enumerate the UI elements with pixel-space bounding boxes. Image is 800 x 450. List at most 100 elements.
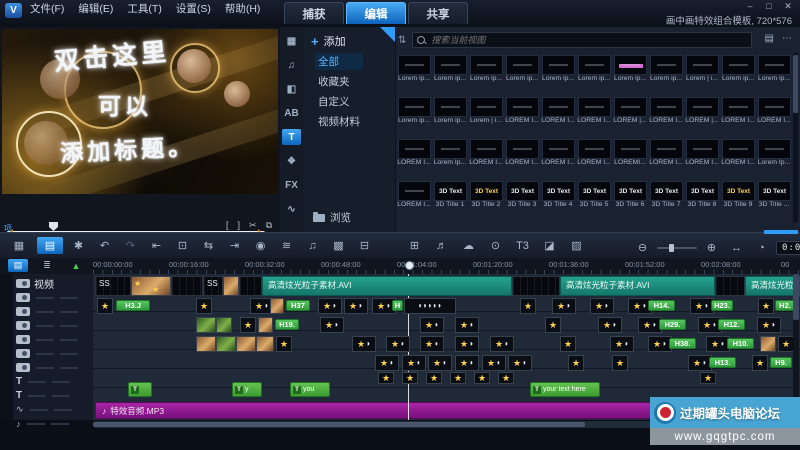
timeline-clip-star[interactable]: ★	[402, 372, 418, 384]
timeline-clip-star[interactable]: ★	[426, 372, 442, 384]
mode-tab[interactable]: 捕获	[284, 2, 344, 24]
pin-library-icon[interactable]	[380, 27, 395, 42]
library-item[interactable]: 3D Text3D Title 1	[432, 179, 468, 221]
timeline-clip-chip[interactable]: H	[392, 300, 403, 311]
timeline-clip-photo[interactable]	[760, 336, 776, 352]
timeline-clip-chip[interactable]: H29.	[659, 319, 686, 330]
window-minimize-button[interactable]: –	[744, 1, 756, 12]
library-item[interactable]: LOREM |...	[684, 95, 720, 137]
timeline-clip-starc[interactable]: ★◗	[386, 336, 410, 352]
split-clip-button[interactable]: ⇆	[198, 237, 219, 254]
library-item[interactable]: Lorem ip...	[720, 53, 756, 95]
library-tab-graphics[interactable]: ❖	[282, 153, 301, 169]
timeline-clip-chip[interactable]: H12.	[718, 319, 745, 330]
timeline-clip-starc[interactable]: ★◗	[598, 317, 622, 333]
multi-trim-button[interactable]: ▩	[328, 237, 349, 254]
scrollbar-thumb[interactable]	[793, 55, 798, 113]
zoom-in-button[interactable]: ⊕	[701, 239, 722, 256]
record-capture-button[interactable]: ◉	[250, 237, 271, 254]
split-clip-icon[interactable]: ✂	[249, 220, 257, 231]
library-item[interactable]: Lorem ip...	[576, 53, 612, 95]
timeline-clip-dark[interactable]: SS	[203, 276, 223, 296]
search-input[interactable]	[429, 34, 747, 46]
redo-button[interactable]: ↷	[120, 237, 141, 254]
timeline-timecode[interactable]: 0:04:49:000	[776, 241, 800, 255]
window-close-button[interactable]: ✕	[782, 1, 794, 12]
library-item[interactable]: LOREMI...	[612, 137, 648, 179]
timeline-clip-photo[interactable]	[223, 276, 239, 296]
library-item[interactable]: Lorem ip...	[396, 95, 432, 137]
library-item[interactable]: Lorem | i...	[684, 53, 720, 95]
library-item[interactable]: Lorem | i...	[468, 95, 504, 137]
add-track-button[interactable]: ▲	[66, 259, 86, 272]
mask-creator-button[interactable]: ◪	[539, 237, 560, 254]
timeline-clip-starc[interactable]: ★◗	[455, 336, 479, 352]
timeline-clip-dark[interactable]	[239, 276, 262, 296]
timeline-clip-starc[interactable]: ★◗	[757, 317, 781, 333]
library-item[interactable]: 3D Text3D Title 3	[504, 179, 540, 221]
timeline-clip-starc[interactable]: ★◗	[455, 317, 479, 333]
library-tab-transition-ab[interactable]: AB	[282, 105, 301, 121]
browse-button[interactable]: 浏览	[313, 210, 351, 225]
timeline-clip-dark[interactable]	[715, 276, 745, 296]
library-tab-media[interactable]: ▦	[282, 33, 301, 49]
track-header-row[interactable]: T	[16, 375, 70, 388]
library-item[interactable]: LOREM I...	[504, 137, 540, 179]
trim-markers-button[interactable]: ⇤	[146, 237, 167, 254]
timeline-clip-teal[interactable]: 高清炫光粒子素材.AVI	[560, 276, 715, 296]
track-header-row[interactable]: T	[16, 389, 70, 402]
library-item[interactable]: LOREM I...	[540, 95, 576, 137]
mix-tools-button[interactable]: ✱	[68, 237, 89, 254]
timeline-clip-starc[interactable]: ★◗	[402, 355, 426, 371]
menu-item[interactable]: 设置(S)	[176, 1, 211, 16]
library-item[interactable]: Lorem Ip...	[756, 137, 792, 179]
library-folder-item[interactable]: 自定义	[315, 93, 363, 110]
title-clip[interactable]: Ty	[232, 382, 262, 397]
timeline-clip-photo[interactable]	[236, 336, 256, 352]
title-clip[interactable]: T	[128, 382, 152, 397]
timeline-view-button[interactable]: ▤	[37, 237, 63, 254]
library-item[interactable]: Lorem ip...	[432, 53, 468, 95]
show-all-tracks-button[interactable]: ▤	[8, 259, 28, 272]
library-folder-item[interactable]: 收藏夹	[315, 73, 363, 90]
menu-item[interactable]: 工具(T)	[127, 1, 161, 16]
library-item[interactable]: LOREM I...	[720, 95, 756, 137]
library-item[interactable]: LOREM I...	[648, 137, 684, 179]
timeline-clip-teal[interactable]: 高清炫光粒子素材.AVI	[262, 276, 512, 296]
timeline-clip-star[interactable]: ★	[474, 372, 490, 384]
timeline-clip-starc[interactable]: ★◗	[455, 355, 479, 371]
menu-item[interactable]: 编辑(E)	[78, 1, 113, 16]
timeline-clip-star[interactable]: ★	[752, 355, 768, 371]
zoom-slider[interactable]	[657, 247, 697, 249]
timeline-clip-starc[interactable]: ★◗	[318, 298, 342, 314]
track-header-row[interactable]	[16, 291, 78, 304]
window-maximize-button[interactable]: □	[763, 1, 775, 12]
storyboard-view-button[interactable]: ▦	[6, 237, 32, 254]
timeline-clip-star[interactable]: ★	[612, 355, 628, 371]
timeline-clip-starc[interactable]: ★◗	[375, 355, 399, 371]
timeline-clip-star[interactable]: ★	[196, 298, 212, 314]
zoom-slider-knob[interactable]	[669, 244, 674, 252]
timeline-clip-star[interactable]: ★	[498, 372, 514, 384]
auto-music-button[interactable]: ♫	[302, 237, 323, 254]
timeline-clip-starc[interactable]: ★◗	[482, 355, 506, 371]
timeline-clip-photo-green[interactable]	[216, 317, 232, 333]
menu-item[interactable]: 文件(F)	[30, 1, 64, 16]
subtitle-editor-button[interactable]: ⊟	[354, 237, 375, 254]
mark-in-icon[interactable]: [	[226, 220, 229, 231]
title-clip[interactable]: Tyour text here	[530, 382, 600, 397]
library-item[interactable]: Lorem ip...	[540, 53, 576, 95]
timeline-clip-starc[interactable]: ★◗	[428, 355, 452, 371]
timeline-clip-chip[interactable]: H2.	[775, 300, 795, 311]
library-item[interactable]: Lorem ip...	[612, 53, 648, 95]
library-tab-motion-paths[interactable]: ∿	[282, 201, 301, 217]
timeline-clip-star[interactable]: ★	[520, 298, 536, 314]
hscrollbar-thumb[interactable]	[93, 422, 585, 427]
extend-clip-button[interactable]: ⇥	[224, 237, 245, 254]
timeline-clip-starc[interactable]: ★◗	[610, 336, 634, 352]
timeline-clip-starc[interactable]: ★◗	[352, 336, 376, 352]
sound-mixer-button[interactable]: ≋	[276, 237, 297, 254]
timeline-clip-chip[interactable]: H38.	[669, 338, 696, 349]
track-manager-button[interactable]: ⊞	[404, 237, 425, 254]
timeline-clip-starc[interactable]: ★◗	[490, 336, 514, 352]
